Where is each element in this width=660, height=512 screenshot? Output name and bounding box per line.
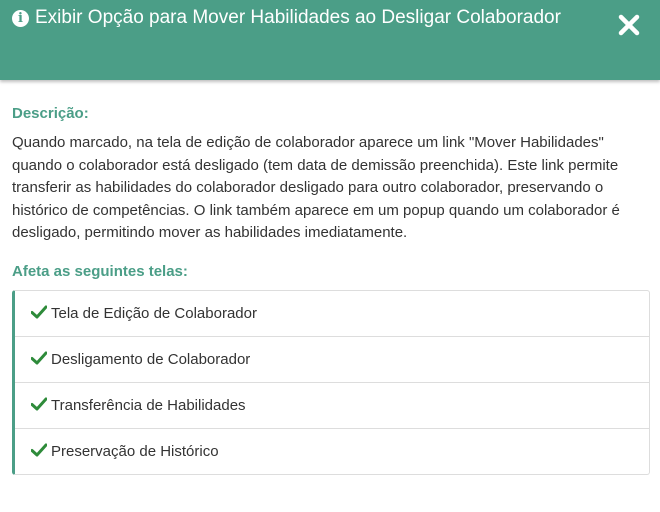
list-item-label: Desligamento de Colaborador	[51, 350, 251, 368]
list-item-label: Transferência de Habilidades	[51, 396, 246, 414]
list-item-label: Preservação de Histórico	[51, 442, 219, 460]
list-item: Preservação de Histórico	[15, 429, 649, 474]
check-icon	[31, 443, 47, 456]
dialog-title: i Exibir Opção para Mover Habilidades ao …	[12, 4, 600, 32]
list-item: Desligamento de Colaborador	[15, 337, 649, 383]
close-icon[interactable]	[616, 12, 642, 38]
list-item: Tela de Edição de Colaborador	[15, 291, 649, 337]
description-heading: Descrição:	[12, 105, 89, 122]
info-circle-icon: i	[12, 10, 29, 27]
affected-screens-heading: Afeta as seguintes telas:	[12, 262, 188, 280]
dialog-header: i Exibir Opção para Mover Habilidades ao …	[0, 0, 660, 80]
dialog-title-text: Exibir Opção para Mover Habilidades ao D…	[35, 7, 561, 28]
description-text: Quando marcado, na tela de edição de col…	[12, 134, 620, 241]
check-icon	[31, 305, 47, 318]
affected-screens-list: Tela de Edição de Colaborador Desligamen…	[12, 289, 650, 475]
check-icon	[31, 351, 47, 364]
list-item-label: Tela de Edição de Colaborador	[51, 304, 257, 322]
list-item: Transferência de Habilidades	[15, 383, 649, 429]
check-icon	[31, 397, 47, 410]
dialog-body: Descrição: Quando marcado, na tela de ed…	[0, 80, 660, 475]
